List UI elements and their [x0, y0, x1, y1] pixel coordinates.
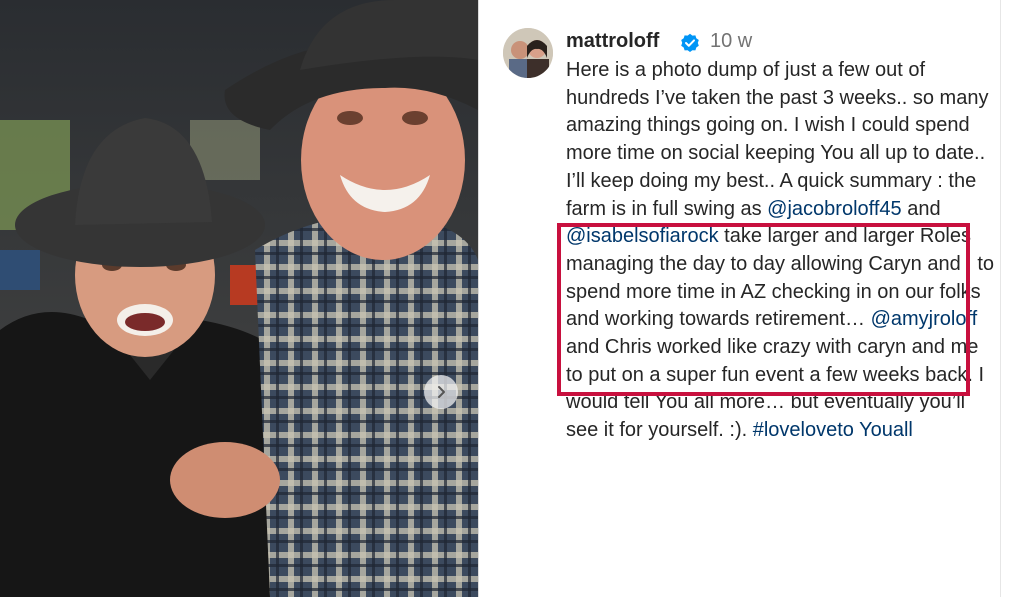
post-age: 10 w	[710, 30, 753, 52]
caption-text: and	[901, 197, 941, 220]
verified-badge-icon	[681, 33, 699, 52]
panel-edge	[1000, 0, 1001, 597]
caption-text: Here is a photo dump of just a few out o…	[566, 59, 989, 220]
next-photo-button[interactable]	[424, 375, 458, 409]
highlight-annotation-box	[557, 223, 970, 396]
avatar[interactable]	[503, 28, 553, 78]
post-photo	[0, 0, 478, 597]
hashtag-loveloveto-youall[interactable]: #loveloveto Youall	[753, 419, 913, 441]
chevron-right-icon	[438, 386, 445, 398]
avatar-image	[503, 28, 553, 78]
mention-jacobroloff45[interactable]: @jacobroloff45	[767, 198, 901, 220]
username-link[interactable]: mattroloff	[566, 30, 659, 53]
photo-two-cowboys	[0, 0, 478, 597]
